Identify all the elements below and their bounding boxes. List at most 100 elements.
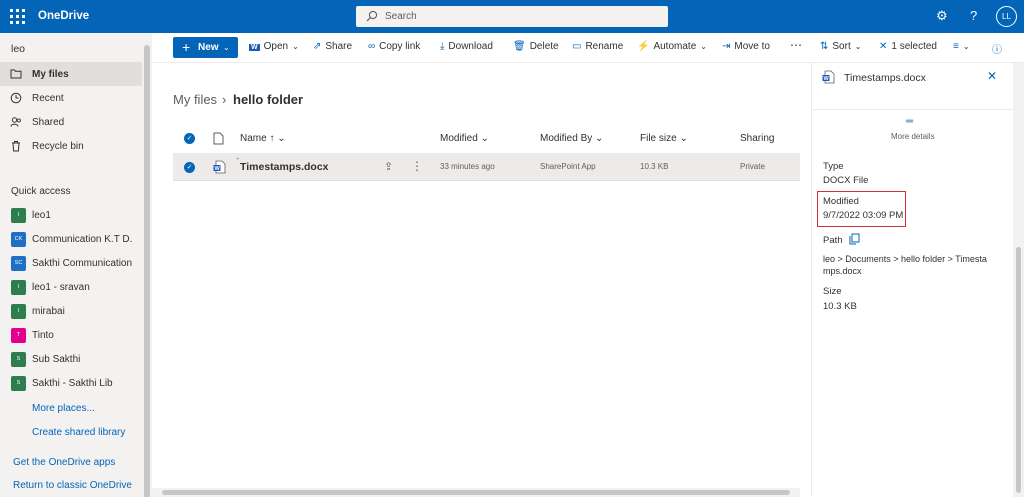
details-pane-scrollbar[interactable] [1013,63,1024,497]
nav-item-my-files[interactable]: My files [0,62,142,86]
cell-sharing: Private [740,162,765,171]
clear-selection-button[interactable]: ✕ 1 selected [879,41,937,52]
scrollbar-thumb[interactable] [162,490,790,495]
sort-label: Sort [832,41,851,52]
automate-label: Automate [653,41,697,52]
clock-icon [10,92,22,104]
rename-button[interactable]: ▭ Rename [572,41,623,52]
more-actions-icon[interactable]: ⋯ [790,38,802,52]
scrollbar-thumb[interactable] [1016,247,1021,493]
get-apps-link[interactable]: Get the OneDrive apps [13,457,115,468]
download-label: Download [448,41,493,52]
drag-handle-icon[interactable]: ═ [906,116,913,127]
new-button[interactable]: + New ⌄ [173,37,238,58]
automate-icon: ⚡ [637,41,650,52]
link-icon: ∞ [368,41,376,52]
details-pane: W Timestamps.docx ✕ ═ More details Type … [811,63,1014,497]
quick-access-label: Tinto [32,330,54,341]
word-document-icon: W [213,160,226,174]
create-shared-library-link[interactable]: Create shared library [32,427,125,438]
row-checkbox[interactable]: ✓ [184,162,195,173]
cell-modified: 33 minutes ago [440,162,495,171]
quick-access-label: Sakthi - Sakthi Lib [32,378,113,389]
nav-item-recent[interactable]: Recent [0,86,142,110]
svg-text:W: W [215,166,221,172]
delete-button[interactable]: 🗑 Delete [513,41,559,52]
share-label: Share [325,41,353,52]
more-places-link[interactable]: More places... [32,403,95,414]
quick-access-label: Communication K.T D... [32,234,132,245]
selected-count: 1 selected [891,41,937,52]
search-input[interactable]: Search [385,11,417,22]
column-file-size[interactable]: File size ⌄ [640,133,688,144]
copy-icon[interactable] [849,233,860,245]
info-pane-button[interactable]: ⓘ [992,41,1006,56]
quick-access-item[interactable]: S Sakthi - Sakthi Lib [0,372,142,396]
details-file-name: Timestamps.docx [844,72,926,84]
move-to-label: Move to [734,41,770,52]
chevron-down-icon: ⌄ [962,42,970,51]
copy-link-button[interactable]: ∞ Copy link [368,41,420,52]
svg-text:W: W [824,76,830,82]
close-icon[interactable]: ✕ [987,69,997,83]
quick-access-label: mirabai [32,306,65,317]
return-classic-link[interactable]: Return to classic OneDrive [13,480,132,491]
chevron-down-icon: ⌄ [223,43,230,52]
more-details-link[interactable]: More details [891,132,935,141]
app-launcher-icon[interactable] [8,7,26,25]
search-box[interactable]: Search [356,6,668,27]
file-type-icon[interactable] [213,132,224,145]
quick-access-item[interactable]: S Sub Sakthi [0,348,142,372]
nav-item-shared[interactable]: Shared [0,110,142,134]
share-button[interactable]: ⇗ Share [313,41,352,52]
chevron-down-icon: ⌄ [700,42,707,51]
nav-item-label: Shared [32,117,65,128]
settings-gear-icon[interactable]: ⚙ [936,8,948,24]
close-icon: ✕ [879,41,888,52]
column-modified-by[interactable]: Modified By ⌄ [540,133,603,144]
search-icon [366,10,378,22]
quick-access-item[interactable]: l leo1 [0,204,142,228]
quick-access-label: leo1 - sravan [32,282,90,293]
view-options-button[interactable]: ≡ ⌄ [953,41,970,52]
open-button[interactable]: W Open ⌄ [249,41,299,52]
help-icon[interactable]: ? [970,8,977,23]
site-badge: S [11,376,26,391]
avatar[interactable]: LL [996,6,1017,27]
quick-access-title: Quick access [11,186,71,197]
quick-access-item[interactable]: T Tinto [0,324,142,348]
breadcrumb-root[interactable]: My files [173,92,217,107]
horizontal-scrollbar[interactable] [152,488,800,497]
quick-access-label: leo1 [32,210,51,221]
top-bar: OneDrive Search ⚙ ? LL [0,0,1024,33]
column-sharing[interactable]: Sharing [740,133,774,144]
site-badge: T [11,328,26,343]
word-document-icon: W [822,70,835,84]
file-name-link[interactable]: Timestamps.docx [240,161,329,173]
cell-file-size: 10.3 KB [640,162,669,171]
left-nav-scrollbar[interactable] [142,33,152,497]
quick-access-item[interactable]: SC Sakthi Communication [0,252,142,276]
select-all-checkbox[interactable]: ✓ [184,133,195,144]
column-modified[interactable]: Modified ⌄ [440,133,489,144]
nav-item-recycle-bin[interactable]: Recycle bin [0,134,142,158]
path-value-line1: leo > Documents > hello folder > Timesta [823,254,987,264]
app-title[interactable]: OneDrive [38,10,89,22]
move-icon: ⇥ [722,41,731,52]
type-label: Type [823,161,844,172]
sort-button[interactable]: ⇅ Sort ⌄ [820,41,861,52]
details-pane-header: W Timestamps.docx ✕ [812,63,1014,110]
table-row[interactable]: ✓ W ⁺ Timestamps.docx ⇪ ⋮ 33 minutes ago… [173,153,800,181]
more-options-icon[interactable]: ⋮ [411,159,423,173]
download-button[interactable]: ⤓ Download [440,41,493,52]
column-name[interactable]: Name ↑ ⌄ [240,133,286,144]
automate-button[interactable]: ⚡ Automate ⌄ [637,41,707,52]
move-to-button[interactable]: ⇥ Move to [722,41,770,52]
quick-access-item[interactable]: l leo1 - sravan [0,276,142,300]
scrollbar-thumb[interactable] [144,45,150,497]
quick-access-item[interactable]: CK Communication K.T D... [0,228,142,252]
share-icon[interactable]: ⇪ [384,160,393,173]
quick-access-item[interactable]: I mirabai [0,300,142,324]
trash-icon: 🗑 [513,41,526,52]
site-badge: l [11,208,26,223]
